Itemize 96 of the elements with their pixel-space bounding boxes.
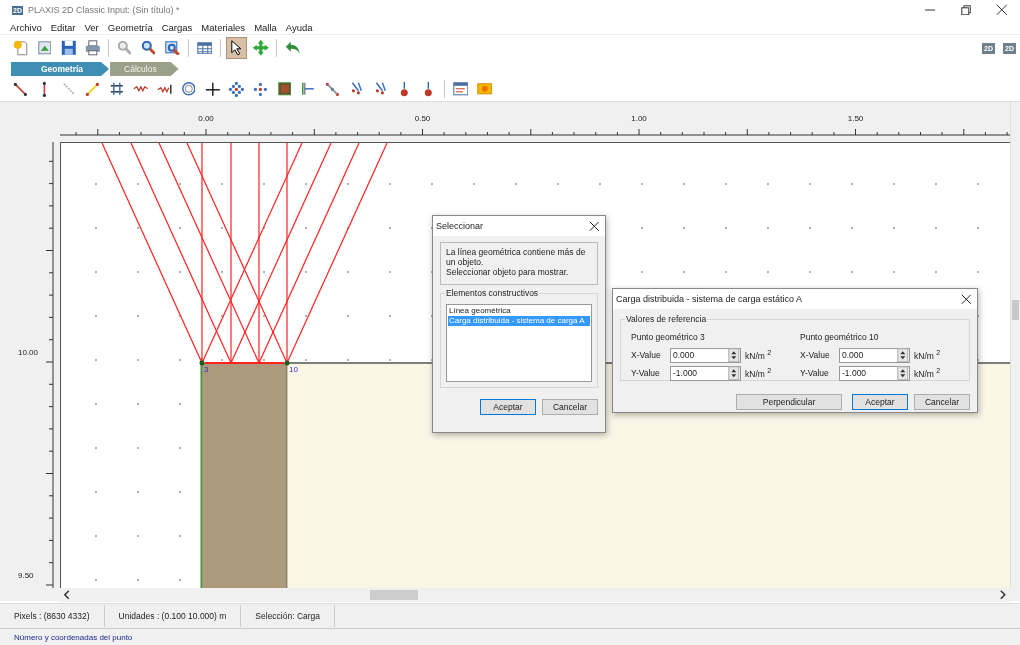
dialog-button[interactable]: Perpendicular (736, 394, 842, 410)
zoom-window-icon (165, 40, 180, 56)
pointer-icon (231, 40, 242, 56)
close-icon (588, 220, 600, 232)
pointer-button[interactable] (226, 37, 247, 59)
magnifier-icon (117, 41, 132, 55)
menu-item[interactable]: Editar (50, 21, 76, 33)
menu-item[interactable]: Materiales (201, 21, 246, 33)
restore-icon (960, 4, 972, 16)
dashed-line-icon (62, 83, 75, 95)
arrows-fan-icon (350, 82, 363, 96)
dialog-title: Carga distribuida - sistema de carga estático A (616, 294, 803, 304)
ruler-label: 0.00 (197, 114, 215, 123)
field-label: X-Value (800, 350, 831, 360)
segment-line-icon (85, 81, 100, 97)
close-button[interactable] (587, 219, 601, 233)
tab[interactable]: Geometría (11, 62, 110, 76)
ruler-label: 10.00 (18, 348, 39, 357)
unit-label: kN/m $^{2}$ (914, 349, 941, 361)
window-title: PLAXIS 2D Classic Input: (Sin título) * (27, 5, 181, 15)
ring-icon (181, 82, 196, 96)
menu-item[interactable]: Ver (84, 21, 99, 33)
menu-item[interactable]: Archivo (10, 21, 42, 33)
wall-icon (302, 82, 315, 96)
status-field: Selección: Carga (241, 605, 336, 627)
open-file-icon (37, 41, 52, 55)
number-field[interactable]: -1.000 (670, 365, 741, 381)
hint-text: Número y coordenadas del punto (14, 632, 133, 642)
scrollbar-thumb[interactable] (1012, 300, 1019, 320)
point-label: 3 (204, 365, 209, 374)
close-icon (996, 4, 1008, 16)
status-field: Pixels : (8630 4332) (0, 605, 105, 627)
ruler-label: 9.50 (18, 571, 34, 580)
dot-grid-button[interactable] (226, 79, 247, 99)
zoom-in-icon (141, 41, 156, 55)
spinner-icon (728, 365, 740, 381)
list-item[interactable]: Línea geométrica (448, 306, 590, 316)
unit-label: kN/m $^{2}$ (745, 367, 772, 379)
move-icon (251, 39, 270, 57)
point-heading: Punto geométrico 10 (800, 332, 880, 342)
menu-item[interactable]: Cargas (161, 21, 193, 33)
scroll-right-icon (1000, 590, 1006, 600)
spinner-icon (897, 347, 909, 363)
group-label: Elementos constructivos (445, 288, 540, 298)
vertical-line-icon (42, 80, 47, 98)
spinner-icon (897, 365, 909, 381)
grid-node-icon (109, 82, 124, 96)
message-text: La línea geométrica contiene más de un objeto. (446, 247, 587, 267)
print-icon (84, 40, 101, 56)
table-icon (196, 41, 213, 55)
ruler-label: 0.50 (413, 114, 432, 123)
new-file-icon (13, 40, 28, 56)
menu-item[interactable]: Geometría (107, 21, 153, 33)
dialog-title: Seleccionar (436, 221, 484, 231)
vertical-scrollbar[interactable] (1010, 102, 1020, 588)
arrows-fan-icon (374, 82, 387, 96)
message-text: Seleccionar objeto para mostrar. (446, 267, 570, 277)
unit-label: kN/m $^{2}$ (745, 349, 772, 361)
number-field[interactable]: 0.000 (839, 347, 910, 363)
dot-cross-icon (253, 81, 268, 97)
scroll-left-icon (64, 590, 70, 600)
dialog-button[interactable]: Cancelar (914, 394, 970, 410)
point-label: 10 (289, 365, 298, 374)
dialog-button[interactable]: Aceptar (480, 399, 536, 415)
field-label: Y-Value (800, 368, 830, 378)
save-icon (60, 40, 77, 56)
list-window-icon (452, 82, 469, 96)
weight-icon (424, 80, 433, 98)
undo-icon (284, 41, 301, 55)
point-heading: Punto geométrico 3 (631, 332, 706, 342)
spring-line-icon (157, 83, 172, 95)
heat-map-icon (476, 83, 493, 95)
menu-item[interactable]: Ayuda (285, 21, 313, 33)
number-field[interactable]: -1.000 (839, 365, 910, 381)
number-field[interactable]: 0.000 (670, 347, 741, 363)
block-icon (277, 82, 292, 96)
dialog-button[interactable]: Cancelar (542, 399, 598, 415)
chain-icon (325, 81, 340, 97)
unit-label: kN/m $^{2}$ (914, 367, 941, 379)
ruler-label: 1.50 (846, 114, 865, 123)
dot-grid-icon (228, 80, 245, 98)
field-label: X-Value (631, 350, 662, 360)
diagonal-line-icon (13, 81, 28, 97)
weight-icon (400, 80, 409, 98)
spinner-icon (728, 347, 740, 363)
menu-item[interactable]: Malla (254, 21, 277, 33)
ruler-label: 1.00 (630, 114, 648, 123)
dialog-button[interactable]: Aceptar (852, 394, 908, 410)
zigzag-line-icon (132, 86, 149, 92)
group-label: Valores de referencia (625, 314, 708, 324)
field-label: Y-Value (631, 368, 661, 378)
scrollbar-thumb[interactable] (370, 590, 418, 600)
cross-icon (204, 81, 221, 97)
close-icon (960, 293, 972, 305)
close-button[interactable] (959, 292, 973, 306)
status-field: Unidades : (0.100 10.000) m (104, 605, 242, 627)
